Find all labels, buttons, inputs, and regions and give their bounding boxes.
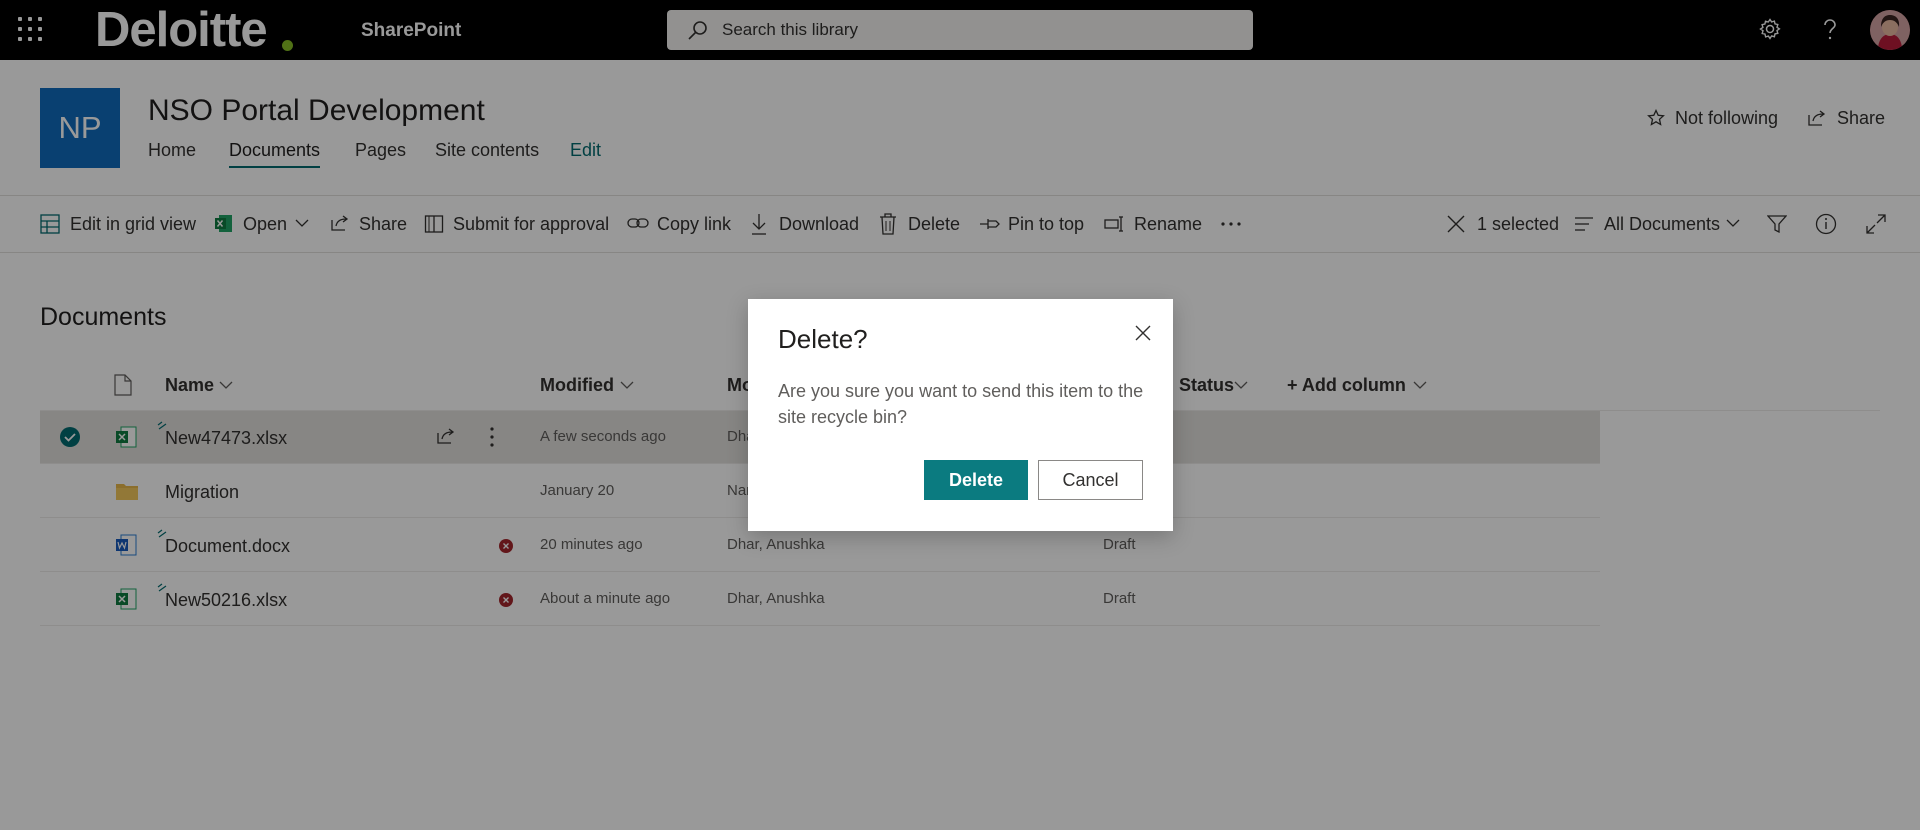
dialog-title: Delete? (778, 324, 868, 354)
cancel-button[interactable]: Cancel (1038, 460, 1143, 500)
confirm-delete-button[interactable]: Delete (924, 460, 1028, 500)
dialog-message: Are you sure you want to send this item … (778, 381, 1144, 427)
close-icon[interactable] (1135, 325, 1151, 341)
delete-dialog: Delete? Are you sure you want to send th… (748, 299, 1173, 531)
